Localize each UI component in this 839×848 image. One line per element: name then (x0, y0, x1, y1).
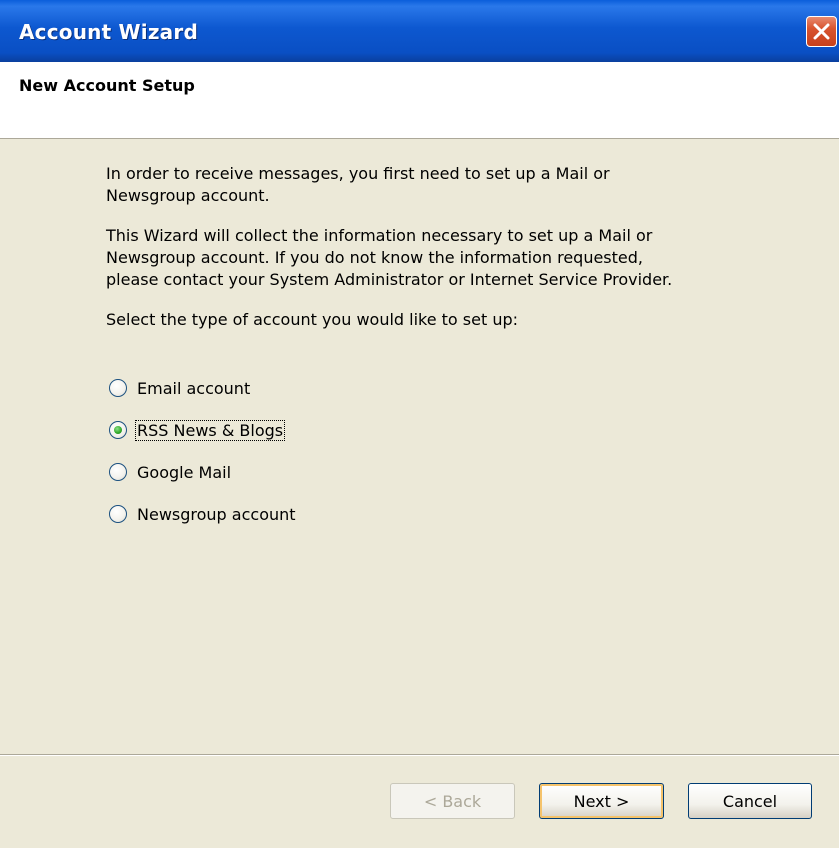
info-line: please contact your System Administrator… (106, 270, 673, 289)
radio-button-selected[interactable] (109, 421, 127, 439)
page-title: New Account Setup (19, 76, 195, 95)
wizard-header: New Account Setup (0, 62, 839, 139)
radio-button[interactable] (109, 463, 127, 481)
close-x-icon (813, 23, 830, 40)
intro-line: Newsgroup account. (106, 186, 270, 205)
radio-newsgroup-account[interactable]: Newsgroup account (109, 502, 298, 526)
back-button[interactable]: < Back (390, 783, 515, 819)
window-title: Account Wizard (19, 20, 198, 44)
select-prompt: Select the type of account you would lik… (106, 310, 519, 329)
title-bar[interactable]: Account Wizard (0, 0, 839, 62)
back-button-label: < Back (423, 791, 482, 811)
intro-line: In order to receive messages, you first … (106, 164, 610, 183)
radio-button[interactable] (109, 505, 127, 523)
radio-label-newsgroup-account[interactable]: Newsgroup account (135, 504, 298, 525)
radio-google-mail[interactable]: Google Mail (109, 460, 233, 484)
next-button-label: Next > (573, 791, 630, 811)
intro-text: In order to receive messages, you first … (106, 163, 610, 207)
next-button[interactable]: Next > (539, 783, 664, 819)
cancel-button-label: Cancel (722, 791, 778, 811)
radio-label-email-account[interactable]: Email account (135, 378, 252, 399)
info-text: This Wizard will collect the information… (106, 225, 672, 291)
close-button[interactable] (806, 16, 837, 47)
info-line: This Wizard will collect the information… (106, 226, 653, 245)
wizard-content: In order to receive messages, you first … (0, 139, 839, 754)
cancel-button[interactable]: Cancel (688, 783, 812, 819)
radio-label-rss-news-blogs[interactable]: RSS News & Blogs (135, 419, 286, 441)
account-wizard-window: Account Wizard New Account Setup In orde… (0, 0, 839, 848)
radio-rss-news-blogs[interactable]: RSS News & Blogs (109, 418, 286, 442)
radio-label-google-mail[interactable]: Google Mail (135, 462, 233, 483)
button-divider (0, 754, 839, 756)
radio-button[interactable] (109, 379, 127, 397)
info-line: Newsgroup account. If you do not know th… (106, 248, 643, 267)
radio-email-account[interactable]: Email account (109, 376, 252, 400)
